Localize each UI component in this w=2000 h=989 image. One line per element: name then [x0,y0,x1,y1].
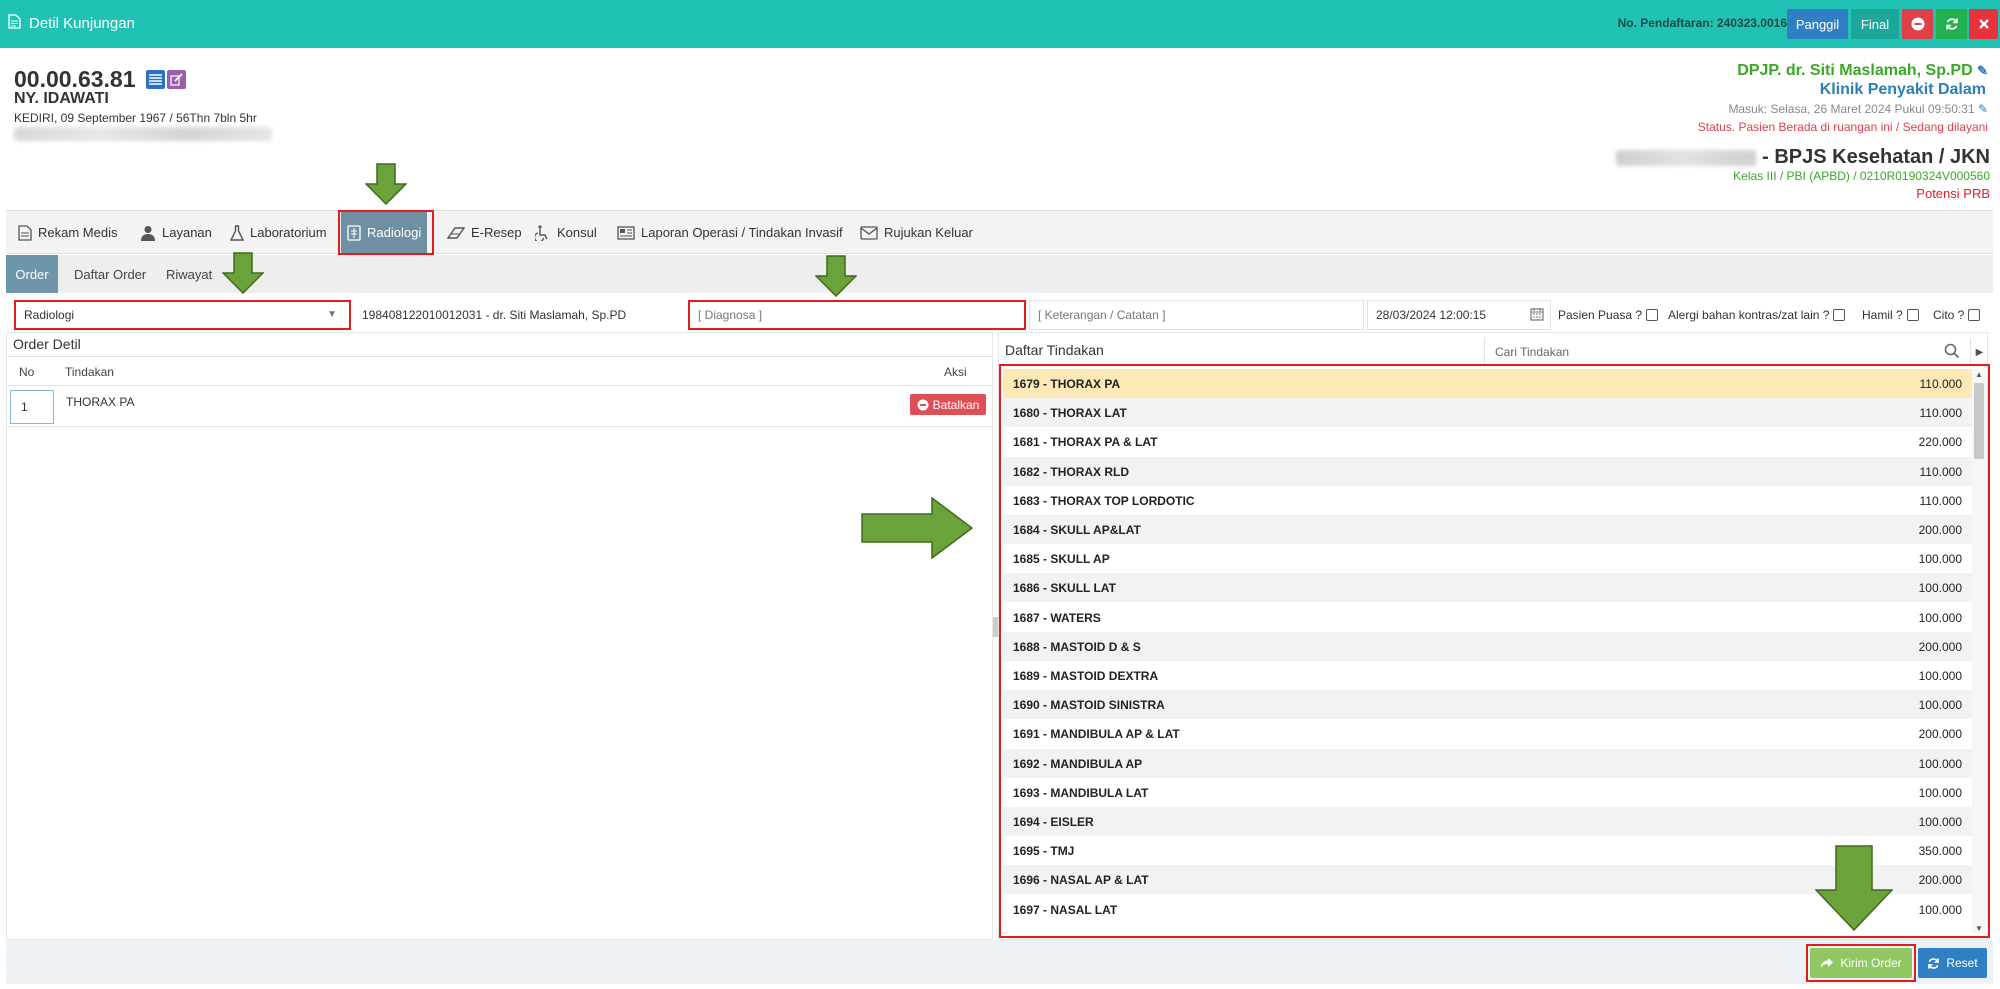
arrow-down-annotation [222,252,264,294]
batalkan-button[interactable]: Batalkan [910,394,986,415]
checkbox[interactable] [1968,309,1981,321]
tab-laboratorium[interactable]: Laboratorium [224,211,333,254]
row-number-input[interactable]: 1 [10,390,54,424]
edit-icon[interactable] [166,70,186,89]
datetime-input[interactable]: 28/03/2024 12:00:15 [1367,300,1551,330]
order-table-header: No Tindakan Aksi [8,356,992,386]
expand-arrow-icon[interactable]: ▶ [1970,338,1988,366]
payer-info: - BPJS Kesehatan / JKN [1616,146,1990,169]
medical-record-number: 00.00.63.81 [14,66,186,93]
subtab-daftar-order[interactable]: Daftar Order [66,255,154,293]
arrow-right-annotation [861,497,973,559]
registration-number: No. Pendaftaran: 240323.0016 [1617,16,1787,30]
doctor-field[interactable]: 198408122010012031 - dr. Siti Maslamah, … [354,300,680,330]
minus-circle-button[interactable] [1902,9,1933,39]
tab-e-resep[interactable]: E-Resep [441,211,528,254]
clinic-name: Klinik Penyakit Dalam [1819,81,1986,98]
edit-icon[interactable]: ✎ [1978,102,1988,116]
panggil-button[interactable]: Panggil [1787,9,1848,39]
eraser-icon [447,226,465,239]
subtab-riwayat[interactable]: Riwayat [158,255,220,293]
checkbox[interactable] [1646,309,1659,321]
header-no: No [19,365,35,379]
diagnosa-input[interactable]: [ Diagnosa ] [688,300,1026,330]
checkbox[interactable] [1833,309,1846,321]
check-cito[interactable]: Cito ? [1933,308,1981,322]
caret-down-icon: ▼ [327,309,337,320]
redacted-card-number [1616,149,1757,166]
arrow-down-annotation [815,255,857,297]
tab-konsul[interactable]: Konsul [529,211,603,254]
patient-name: NY. IDAWATI [14,90,109,107]
tab-layanan[interactable]: Layanan [134,211,218,254]
keterangan-input[interactable]: [ Keterangan / Catatan ] [1029,300,1364,330]
newspaper-icon [617,225,635,240]
dpjp-doctor: DPJP. dr. Siti Maslamah, Sp.PD ✎ [1737,62,1988,79]
tindakan-title: Daftar Tindakan [1005,342,1104,358]
window-title: Detil Kunjungan [8,14,135,33]
close-icon [1978,19,1989,29]
user-doctor-icon [141,225,155,241]
tab-laporan-operasi[interactable]: Laporan Operasi / Tindakan Invasif [611,211,849,254]
search-input[interactable]: Cari Tindakan [1484,338,1970,366]
patient-birth: KEDIRI, 09 September 1967 / 56Thn 7bln 5… [14,111,257,125]
subtab-order[interactable]: Order [6,255,58,293]
order-detail-title: Order Detil [13,336,81,352]
splitter-handle[interactable] [993,617,998,637]
minus-circle-icon [1911,17,1924,31]
wheelchair-icon [535,224,548,241]
calendar-icon[interactable] [1530,307,1544,324]
list-icon[interactable] [145,70,165,89]
final-button[interactable]: Final [1851,9,1899,39]
refresh-icon [1928,957,1940,969]
table-row: 1 THORAX PA Batalkan [8,387,992,427]
prb-badge: Potensi PRB [1916,186,1990,201]
title-bar: Detil Kunjungan No. Pendaftaran: 240323.… [0,0,2000,48]
redacted-address [14,127,272,141]
refresh-icon [1945,18,1958,30]
document-icon [8,14,21,33]
minus-circle-icon [917,399,929,410]
document-icon [18,224,32,241]
tab-rujukan-keluar[interactable]: Rujukan Keluar [854,211,979,254]
main-tabs: Rekam Medis Layanan Laboratorium Radiolo… [6,210,1993,254]
arrow-down-annotation [1815,845,1893,931]
flask-icon [230,224,244,241]
close-button[interactable] [1969,9,1998,39]
check-alergi[interactable]: Alergi bahan kontras/zat lain ? [1668,308,1846,322]
footer-bar [6,940,1993,984]
admission-time: Masuk: Selasa, 26 Maret 2024 Pukul 09:50… [1728,102,1988,116]
header-tindakan: Tindakan [65,365,114,379]
insurance-class: Kelas III / PBI (APBD) / 0210R0190324V00… [1733,169,1990,183]
unit-select[interactable]: Radiologi ▼ [14,300,351,330]
envelope-icon [860,225,878,240]
highlight-kirim-order [1806,944,1916,982]
reset-button[interactable]: Reset [1918,948,1987,978]
tab-rekam-medis[interactable]: Rekam Medis [12,211,123,254]
check-puasa[interactable]: Pasien Puasa ? [1558,308,1659,322]
sub-tabs: Order Daftar Order Riwayat [6,255,1993,293]
checkbox[interactable] [1906,309,1919,321]
header-aksi: Aksi [944,365,967,379]
patient-status: Status. Pasien Berada di ruangan ini / S… [1697,120,1988,134]
refresh-button[interactable] [1936,9,1967,39]
check-hamil[interactable]: Hamil ? [1862,308,1919,322]
arrow-down-annotation [365,163,407,205]
row-tindakan: THORAX PA [66,395,135,409]
edit-icon[interactable]: ✎ [1977,63,1988,78]
highlight-radiologi-tab [338,210,434,255]
search-icon[interactable] [1944,343,1960,362]
